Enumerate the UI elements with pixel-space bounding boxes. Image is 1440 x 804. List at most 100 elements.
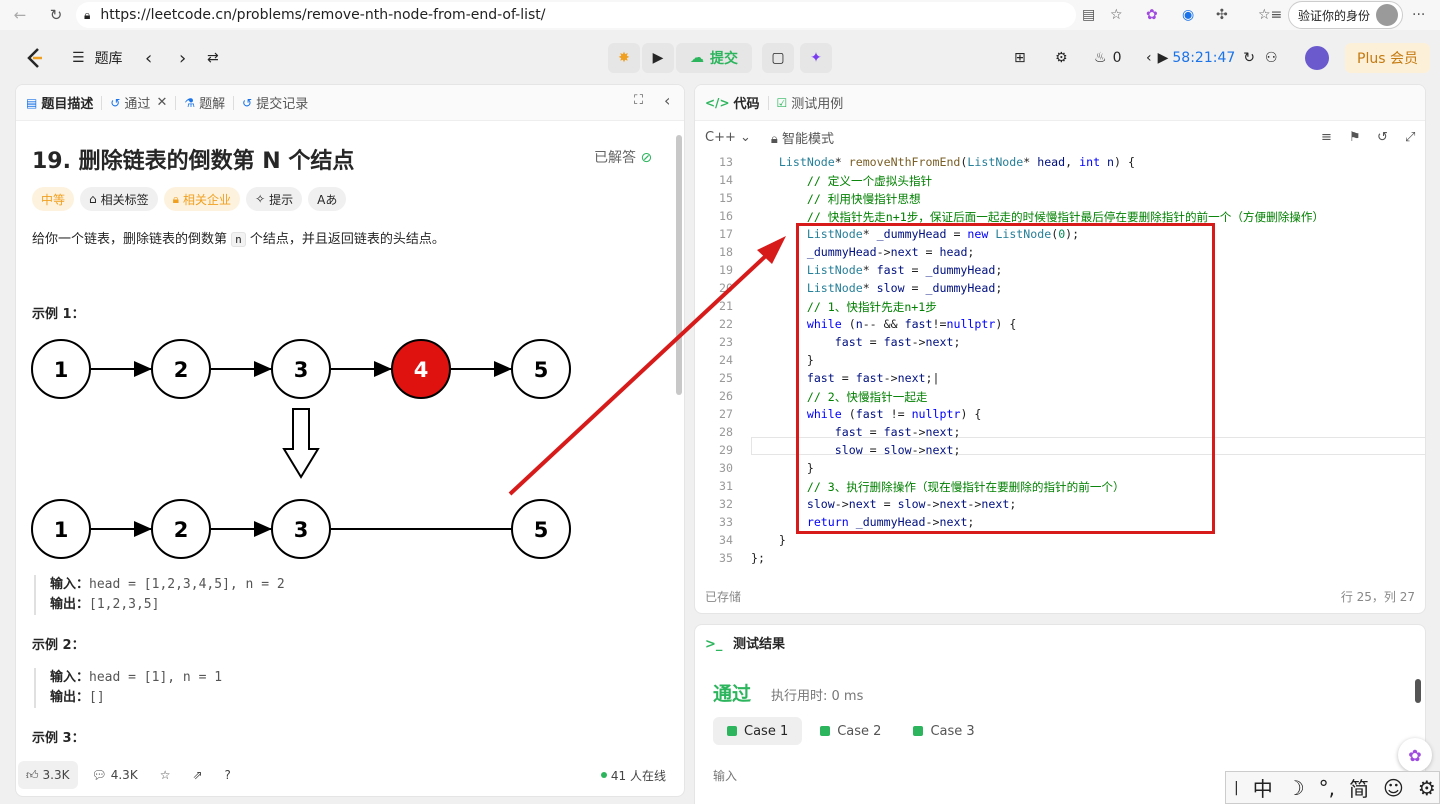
note-button[interactable]: ▢ <box>762 43 794 73</box>
reset-icon[interactable]: ↺ <box>1377 130 1388 145</box>
collapse-icon[interactable]: ‹ <box>664 91 670 110</box>
extension-brain-icon[interactable]: ✿ <box>1146 2 1158 28</box>
problem-list-button[interactable]: ☰ 题库 <box>72 43 123 73</box>
inline-code: n <box>231 232 246 247</box>
tab-code[interactable]: </> 代码 <box>705 93 760 113</box>
code-icon: </> <box>705 95 730 110</box>
problem-tabs: ▤ 题目描述 ↺ 通过 ✕ ⚗ 题解 ↺ 提交记录 ⛶ ‹ <box>16 85 684 121</box>
more-icon[interactable]: ··· <box>1412 2 1425 28</box>
node-1: 1 <box>31 499 91 559</box>
results-scrollbar[interactable] <box>1415 679 1421 703</box>
problems-label: 题库 <box>94 51 123 67</box>
share-icon: ⇗ <box>192 768 203 782</box>
hint-button[interactable]: ✧ 提示 <box>246 187 303 211</box>
submit-button[interactable]: ☁ 提交 <box>676 43 752 73</box>
fullscreen-icon[interactable]: ⛶ <box>634 93 643 108</box>
doc-icon: ▤ <box>26 95 38 110</box>
like-button[interactable]: 👍︎ 3.3K <box>18 761 78 789</box>
close-icon[interactable]: ✕ <box>156 95 167 110</box>
case-tab-2[interactable]: Case 2 <box>806 717 895 745</box>
input-label: 输入 <box>713 769 738 783</box>
shuffle-icon[interactable]: ⇄ <box>207 43 219 73</box>
check-icon <box>727 726 737 736</box>
sparkle-icon: ✦ <box>810 50 822 66</box>
tag-row: 中等 ⌂ 相关标签 🔒︎ 相关企业 ✧ 提示 Aあ <box>32 187 347 211</box>
tab-label: 题目描述 <box>41 97 94 112</box>
svg-text:2: 2 <box>174 358 189 382</box>
example2-title: 示例 2： <box>32 638 85 653</box>
expand-icon[interactable]: ⤢ <box>1405 130 1415 145</box>
checkbox-icon: ☑ <box>776 95 788 110</box>
format-icon[interactable]: ≡ <box>1321 130 1332 145</box>
bulb-icon: ✧ <box>255 192 266 206</box>
settings-icon[interactable]: ⚙ <box>1055 43 1068 73</box>
timer-reset-icon[interactable]: ↻ <box>1243 50 1255 66</box>
streak-button[interactable]: ♨ 0 <box>1094 43 1121 73</box>
ai-button[interactable]: ✦ <box>800 43 832 73</box>
case-tab-3[interactable]: Case 3 <box>899 717 988 745</box>
bookmark-icon[interactable]: ⚑ <box>1349 130 1361 145</box>
company-tags-button[interactable]: 🔒︎ 相关企业 <box>163 187 241 211</box>
tab-accepted[interactable]: ↺ 通过 ✕ <box>110 93 167 112</box>
example2-block: 输入：head = [1], n = 1 输出：[] <box>34 668 222 708</box>
submit-label: 提交 <box>710 51 738 67</box>
ime-punct-icon[interactable]: °, <box>1319 776 1335 800</box>
difficulty-badge: 中等 <box>32 187 75 211</box>
tab-solutions[interactable]: ⚗ 题解 <box>184 93 225 113</box>
mode-toggle[interactable]: 🔒︎ 智能模式 <box>771 128 834 147</box>
code-line: // 利用快慢指针思想 <box>806 192 921 206</box>
ime-mode-icon[interactable]: 中 <box>1253 773 1273 802</box>
problem-footer: 👍︎ 3.3K 💬︎ 4.3K ☆ ⇗ ? 41 人在线 <box>18 760 678 790</box>
run-button[interactable]: ▶ <box>642 43 674 73</box>
tab-testcase[interactable]: ☑ 测试用例 <box>776 93 844 113</box>
streak-count: 0 <box>1112 50 1122 66</box>
scrollbar[interactable] <box>676 135 682 395</box>
leetcode-logo[interactable] <box>25 43 45 73</box>
line-number: 22 <box>719 317 733 331</box>
language-select[interactable]: C++ ⌄ <box>705 130 751 145</box>
tab-submissions[interactable]: ↺ 提交记录 <box>242 93 308 113</box>
prev-problem-icon[interactable]: ‹ <box>145 43 152 73</box>
case-tab-1[interactable]: Case 1 <box>713 717 803 745</box>
ime-simplified-icon[interactable]: 简 <box>1349 773 1369 802</box>
ime-emoji-icon[interactable]: ☺ <box>1383 776 1404 800</box>
upload-icon: ☁ <box>690 50 704 66</box>
next-problem-icon[interactable]: › <box>179 43 186 73</box>
extensions-icon[interactable]: ✣ <box>1216 2 1228 28</box>
ime-divider: | <box>1234 779 1239 796</box>
user-avatar[interactable] <box>1305 43 1329 73</box>
translate-button[interactable]: Aあ <box>308 187 347 211</box>
line-number: 30 <box>719 461 733 475</box>
layout-icon[interactable]: ⊞ <box>1014 43 1026 73</box>
favorite-button[interactable]: ☆ <box>152 761 179 789</box>
avatar <box>1376 4 1399 26</box>
back-icon[interactable]: ← <box>5 6 35 24</box>
comment-button[interactable]: 💬︎ 4.3K <box>84 761 146 789</box>
debug-button[interactable]: ✸ <box>608 43 640 73</box>
svg-text:2: 2 <box>174 518 189 542</box>
reload-icon[interactable]: ↻ <box>41 6 71 24</box>
bug-icon: ✸ <box>618 50 630 66</box>
plus-member-button[interactable]: Plus 会员 <box>1345 43 1430 73</box>
down-arrow-icon <box>282 408 320 479</box>
ai-assistant-icon[interactable]: ✿ <box>1398 738 1432 772</box>
address-bar[interactable]: 🔒︎ https://leetcode.cn/problems/remove-n… <box>76 2 1076 28</box>
ime-settings-icon[interactable]: ⚙ <box>1418 776 1436 800</box>
favorites-bar-icon[interactable]: ☆≡ <box>1258 2 1282 28</box>
topic-tags-button[interactable]: ⌂ 相关标签 <box>80 187 158 211</box>
help-button[interactable]: ? <box>217 761 239 789</box>
extension-m-icon[interactable]: ◉ <box>1182 2 1194 28</box>
reader-icon[interactable]: ▤ <box>1082 2 1095 28</box>
profile-button[interactable]: 验证你的身份 <box>1288 1 1404 29</box>
comment-icon: 💬︎ <box>91 768 107 782</box>
translate-icon: Aあ <box>317 192 338 207</box>
tab-description[interactable]: ▤ 题目描述 <box>26 93 94 113</box>
share-button[interactable]: ⇗ <box>184 761 210 789</box>
line-number: 19 <box>719 263 733 277</box>
timer-widget[interactable]: ‹ ▶ 58:21:47 ↻ <box>1146 43 1255 73</box>
url-text: https://leetcode.cn/problems/remove-nth-… <box>100 7 546 23</box>
favorite-icon[interactable]: ☆ <box>1110 2 1123 28</box>
add-friend-icon[interactable]: ⚇ <box>1265 43 1278 73</box>
line-number: 27 <box>719 407 733 421</box>
ime-moon-icon[interactable]: ☽ <box>1287 776 1305 800</box>
